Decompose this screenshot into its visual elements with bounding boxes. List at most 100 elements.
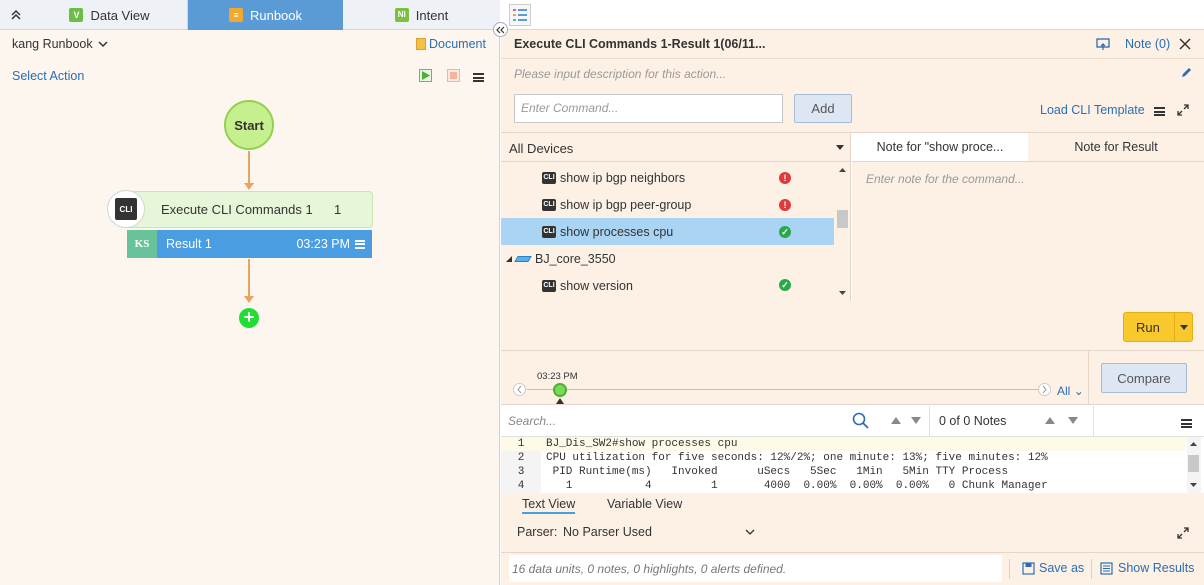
dropdown-arrow-icon	[836, 145, 844, 150]
tab-data-view[interactable]: V Data View	[32, 0, 188, 30]
description-input[interactable]: Please input description for this action…	[514, 67, 726, 81]
parser-value: No Parser Used	[563, 525, 652, 539]
tab-runbook[interactable]: ≡ Runbook	[188, 0, 343, 30]
search-bar: Search... 0 of 0 Notes	[501, 406, 1204, 437]
ok-status-icon: ✓	[779, 226, 791, 238]
timeline-marker[interactable]	[553, 383, 567, 397]
chevron-down-icon	[745, 529, 755, 535]
run-button[interactable]: Run	[1123, 312, 1193, 342]
switch-icon	[514, 255, 532, 262]
document-icon	[416, 38, 426, 50]
timeline-all-dropdown[interactable]: All ⌄	[1057, 384, 1084, 398]
timeline-prev-button[interactable]	[513, 383, 526, 396]
add-command-button[interactable]: Add	[794, 94, 852, 123]
note-prev-icon[interactable]	[1045, 417, 1055, 424]
result-menu-icon[interactable]	[355, 239, 365, 249]
scroll-down-icon[interactable]	[839, 291, 846, 295]
collapse-panel-button[interactable]	[493, 22, 508, 37]
scroll-thumb[interactable]	[837, 210, 848, 228]
chevron-left-icon	[517, 385, 522, 394]
play-button[interactable]	[419, 69, 432, 82]
popout-icon[interactable]	[1096, 38, 1110, 51]
select-action-link[interactable]: Select Action	[12, 69, 84, 83]
left-menu-button[interactable]	[473, 71, 484, 85]
status-box: 16 data units, 0 notes, 0 highlights, 0 …	[509, 555, 1002, 582]
timeline-track	[527, 389, 1039, 390]
view-tabs: Text View Variable View	[501, 493, 1204, 515]
code-line: CPU utilization for five seconds: 12%/2%…	[546, 452, 1048, 464]
search-icon[interactable]	[852, 412, 869, 429]
command-menu-button[interactable]	[1154, 105, 1165, 119]
command-label: show ip bgp neighbors	[560, 170, 686, 185]
tab-text-view[interactable]: Text View	[522, 497, 576, 514]
expand-icon[interactable]	[1177, 104, 1189, 116]
cli-action-node[interactable]: Execute CLI Commands 1 1	[108, 191, 373, 228]
close-icon[interactable]	[1179, 38, 1191, 50]
show-results-label: Show Results	[1118, 561, 1195, 575]
device-list-scrollbar[interactable]	[835, 162, 850, 301]
parser-select[interactable]: No Parser Used	[563, 521, 759, 545]
ks-badge: KS	[127, 230, 157, 258]
output-menu-button[interactable]	[1181, 417, 1192, 431]
add-node-button[interactable]: +	[239, 308, 259, 328]
load-cli-template-link[interactable]: Load CLI Template	[1040, 103, 1145, 117]
run-divider	[1174, 313, 1175, 341]
error-status-icon: !	[779, 199, 791, 211]
double-chevron-left-icon	[496, 26, 505, 33]
result-header: Execute CLI Commands 1-Result 1(06/11...…	[501, 30, 1204, 59]
cli-icon: CLI	[542, 279, 556, 292]
collapse-tabs-button[interactable]	[0, 0, 32, 30]
fullscreen-icon[interactable]	[1177, 527, 1189, 539]
timeline-time-label: 03:23 PM	[537, 371, 578, 382]
scroll-up-icon[interactable]	[1190, 442, 1197, 446]
search-input[interactable]: Search...	[508, 414, 556, 428]
right-toolbar	[501, 0, 1204, 30]
hamburger-icon	[1181, 419, 1192, 428]
compare-button[interactable]: Compare	[1101, 363, 1187, 393]
tab-note-command[interactable]: Note for "show proce...	[852, 133, 1028, 162]
show-results-button[interactable]: Show Results	[1100, 561, 1194, 575]
runbook-selector[interactable]: kang Runbook	[12, 37, 108, 51]
cli-output[interactable]: 1 BJ_Dis_SW2#show processes cpu 2 CPU ut…	[501, 437, 1204, 493]
search-divider-2	[1093, 406, 1094, 437]
connector-line-2	[248, 259, 250, 299]
tab-note-result[interactable]: Note for Result	[1028, 133, 1204, 162]
timeline-all-label: All	[1057, 384, 1071, 398]
tab-variable-view[interactable]: Variable View	[607, 497, 682, 511]
double-chevron-up-icon	[11, 9, 21, 20]
status-text: 16 data units, 0 notes, 0 highlights, 0 …	[512, 562, 787, 576]
tab-runbook-label: Runbook	[249, 7, 303, 23]
ok-status-icon: ✓	[779, 279, 791, 291]
edit-pencil-icon[interactable]	[1180, 66, 1193, 79]
cli-node-title: Execute CLI Commands 1	[161, 202, 313, 217]
hamburger-icon	[473, 73, 484, 82]
search-prev-icon[interactable]	[891, 417, 901, 424]
document-button[interactable]: Document	[416, 37, 486, 51]
scroll-down-icon[interactable]	[1190, 483, 1197, 487]
status-bar: 16 data units, 0 notes, 0 highlights, 0 …	[501, 552, 1204, 585]
code-scrollbar[interactable]	[1187, 437, 1201, 493]
note-button[interactable]: Note (0)	[1125, 37, 1170, 51]
tree-expand-icon[interactable]	[506, 255, 512, 262]
note-input[interactable]: Enter note for the command...	[866, 172, 1025, 186]
stop-icon	[450, 72, 457, 79]
command-input[interactable]: Enter Command...	[514, 94, 783, 123]
run-dropdown-icon[interactable]	[1180, 325, 1188, 330]
tab-intent[interactable]: NI Intent	[343, 0, 500, 30]
runbook-icon: ≡	[228, 8, 243, 22]
result-list-button[interactable]	[509, 4, 531, 26]
all-devices-dropdown[interactable]: All Devices	[501, 133, 851, 162]
result-bar[interactable]: KS Result 1 03:23 PM	[127, 230, 372, 258]
scroll-up-icon[interactable]	[839, 168, 846, 172]
start-node[interactable]: Start	[224, 100, 274, 150]
device-row[interactable]: BJ_core_3550	[501, 245, 834, 272]
code-scroll-thumb[interactable]	[1188, 455, 1199, 472]
note-next-icon[interactable]	[1068, 417, 1078, 424]
code-line: BJ_Dis_SW2#show processes cpu	[546, 438, 738, 450]
timeline-next-button[interactable]	[1038, 383, 1051, 396]
stop-button[interactable]	[447, 69, 460, 82]
top-tabs: V Data View ≡ Runbook NI Intent	[0, 0, 500, 30]
search-divider	[929, 406, 930, 437]
search-next-icon[interactable]	[911, 417, 921, 424]
save-as-button[interactable]: Save as	[1022, 561, 1084, 575]
